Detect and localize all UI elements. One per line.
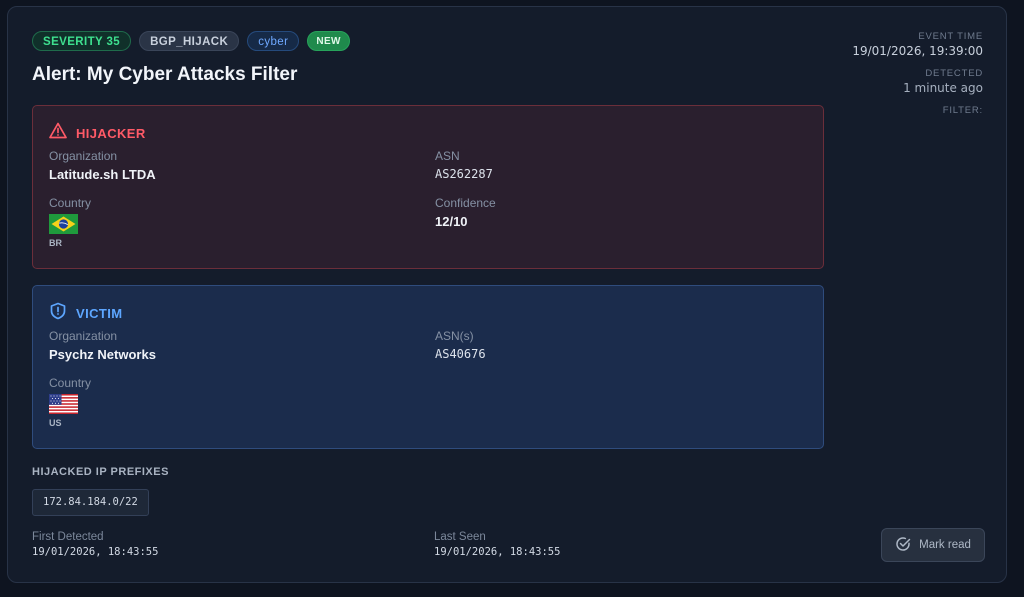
event-time-value: 19/01/2026, 19:39:00 xyxy=(852,44,983,58)
first-detected-label: First Detected xyxy=(32,531,104,543)
severity-badge: SEVERITY 35 xyxy=(32,31,132,51)
ip-prefix-chip[interactable]: 172.84.184.0/22 xyxy=(32,489,149,516)
victim-country-field: Country US xyxy=(49,376,91,428)
victim-header: VICTIM xyxy=(49,302,122,325)
last-seen-label: Last Seen xyxy=(434,531,486,543)
hijacker-org-value: Latitude.sh LTDA xyxy=(49,167,156,182)
victim-asn-label: ASN(s) xyxy=(435,329,474,343)
mark-read-label: Mark read xyxy=(919,539,971,551)
warning-triangle-icon xyxy=(49,122,67,144)
victim-asn-value: AS40676 xyxy=(435,347,486,361)
check-circle-icon xyxy=(895,536,911,555)
event-time-label: EVENT TIME xyxy=(918,31,983,42)
hijacker-confidence-label: Confidence xyxy=(435,196,496,210)
tag-badge[interactable]: cyber xyxy=(247,31,300,51)
hijacker-panel: HIJACKER Organization Latitude.sh LTDA A… xyxy=(32,105,824,269)
status-badge: NEW xyxy=(307,31,350,51)
victim-org-field: Organization Psychz Networks xyxy=(49,329,156,362)
victim-heading: VICTIM xyxy=(76,306,123,321)
hijacker-confidence-field: Confidence 12/10 xyxy=(435,196,496,229)
detected-value: 1 minute ago xyxy=(903,81,983,95)
detected-label: DETECTED xyxy=(925,68,983,79)
victim-panel: VICTIM Organization Psychz Networks ASN(… xyxy=(32,285,824,449)
mark-read-button[interactable]: Mark read xyxy=(881,528,985,562)
hijacker-country-code: BR xyxy=(49,238,62,248)
brazil-flag-icon xyxy=(49,214,78,234)
alert-type-badge: BGP_HIJACK xyxy=(139,31,240,51)
hijacker-heading: HIJACKER xyxy=(76,125,146,141)
victim-org-value: Psychz Networks xyxy=(49,347,156,362)
hijacker-asn-value: AS262287 xyxy=(435,167,493,181)
usa-flag-icon xyxy=(49,394,78,414)
victim-country-label: Country xyxy=(49,376,92,390)
victim-country-code: US xyxy=(49,418,62,428)
hijacked-prefixes-label: HIJACKED IP PREFIXES xyxy=(32,466,169,478)
alert-title: Alert: My Cyber Attacks Filter xyxy=(32,64,298,85)
hijacker-org-field: Organization Latitude.sh LTDA xyxy=(49,149,156,182)
hijacker-org-label: Organization xyxy=(49,149,118,163)
first-detected: First Detected 19/01/2026, 18:43:55 xyxy=(32,531,158,558)
hijacker-confidence-value: 12/10 xyxy=(435,214,468,229)
last-seen-value: 19/01/2026, 18:43:55 xyxy=(434,546,561,558)
hijacker-header: HIJACKER xyxy=(49,122,146,144)
hijacker-asn-field: ASN AS262287 xyxy=(435,149,493,181)
shield-alert-icon xyxy=(49,302,67,325)
badge-row: SEVERITY 35 BGP_HIJACK cyber NEW xyxy=(32,31,350,51)
event-meta: EVENT TIME 19/01/2026, 19:39:00 DETECTED… xyxy=(852,31,983,126)
first-detected-value: 19/01/2026, 18:43:55 xyxy=(32,546,159,558)
victim-asn-field: ASN(s) AS40676 xyxy=(435,329,486,361)
hijacker-asn-label: ASN xyxy=(435,149,460,163)
hijacker-country-field: Country BR xyxy=(49,196,91,248)
filter-label: FILTER: xyxy=(942,105,983,116)
victim-org-label: Organization xyxy=(49,329,118,343)
last-seen: Last Seen 19/01/2026, 18:43:55 xyxy=(434,531,560,558)
alert-card: SEVERITY 35 BGP_HIJACK cyber NEW Alert: … xyxy=(7,6,1007,583)
hijacker-country-label: Country xyxy=(49,196,92,210)
